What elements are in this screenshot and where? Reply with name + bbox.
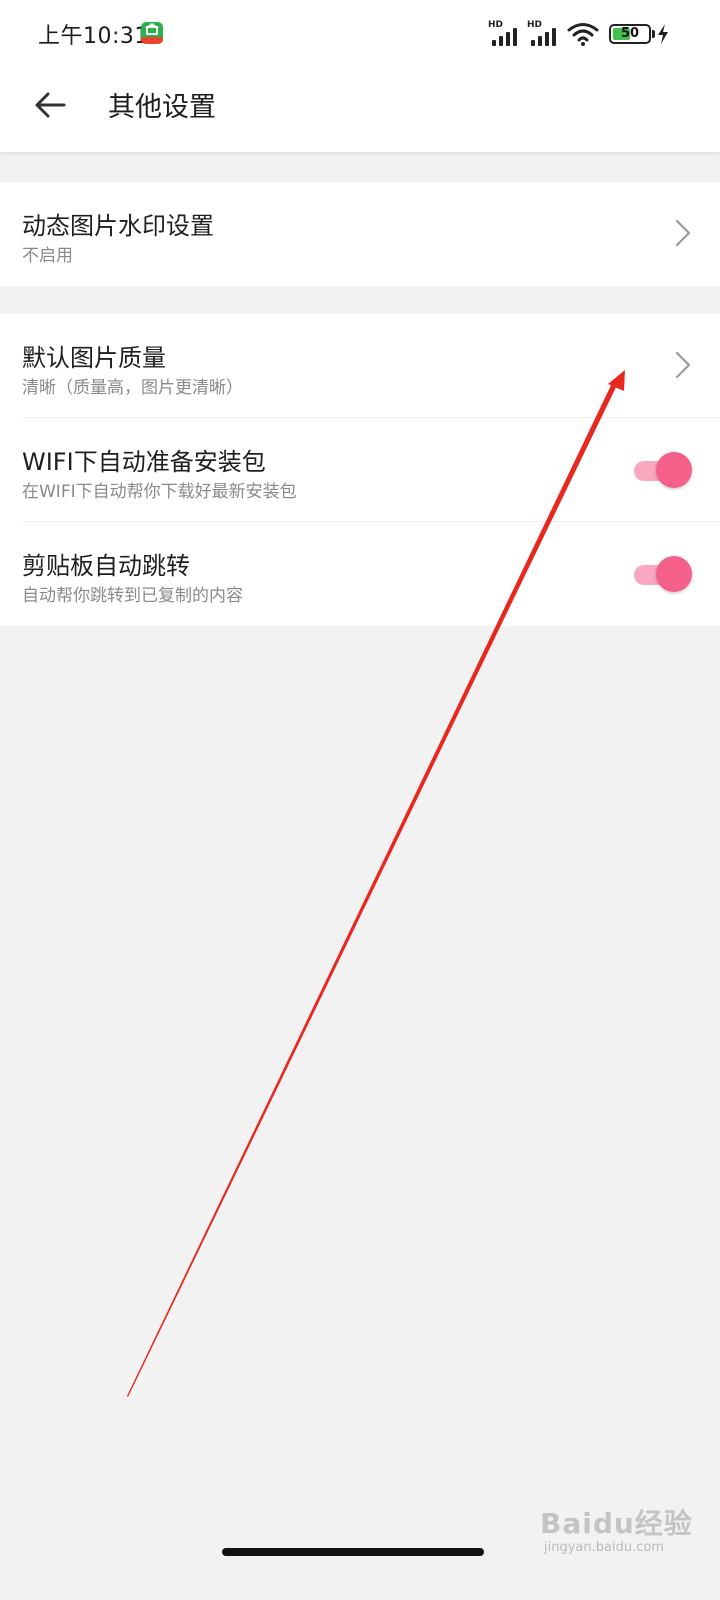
chevron-right-icon (675, 351, 691, 379)
settings-section-general: 默认图片质量 清晰（质量高，图片更清晰） WIFI下自动准备安装包 在WIFI下… (0, 314, 720, 626)
battery-percent: 50 (620, 26, 640, 41)
setting-row-watermark[interactable]: 动态图片水印设置 不启用 (0, 182, 720, 286)
setting-subtitle: 自动帮你跳转到已复制的内容 (22, 586, 243, 606)
chevron-right-icon (675, 219, 691, 247)
page-title: 其他设置 (108, 92, 216, 123)
baidu-watermark: Baidu经验 jingyan.baidu.com (540, 1488, 710, 1568)
setting-row-image-quality[interactable]: 默认图片质量 清晰（质量高，图片更清晰） (0, 314, 720, 418)
setting-row-clipboard-jump[interactable]: 剪贴板自动跳转 自动帮你跳转到已复制的内容 (0, 522, 720, 626)
setting-subtitle: 在WIFI下自动帮你下载好最新安装包 (22, 482, 297, 502)
charging-bolt-icon (658, 24, 668, 44)
wifi-auto-download-toggle[interactable] (634, 450, 692, 490)
status-time: 上午10:31 (38, 24, 149, 49)
app-notification-icon (141, 22, 163, 44)
cellular-signal-icon: HD (527, 20, 563, 46)
setting-row-wifi-auto-download[interactable]: WIFI下自动准备安装包 在WIFI下自动帮你下载好最新安装包 (0, 418, 720, 522)
clipboard-jump-toggle[interactable] (634, 554, 692, 594)
app-header: 其他设置 (0, 68, 720, 152)
cellular-signal-icon: HD (488, 20, 524, 46)
setting-title: 剪贴板自动跳转 (22, 552, 190, 580)
watermark-url: jingyan.baidu.com (544, 1540, 664, 1555)
battery-icon: 50 (609, 24, 655, 44)
settings-section-watermark: 动态图片水印设置 不启用 (0, 182, 720, 286)
wifi-icon (567, 23, 599, 46)
watermark-brand: Baidu经验 (540, 1507, 693, 1540)
back-arrow-icon[interactable] (30, 85, 70, 125)
home-indicator[interactable] (222, 1548, 484, 1556)
setting-subtitle: 清晰（质量高，图片更清晰） (22, 378, 243, 398)
setting-title: 动态图片水印设置 (22, 212, 214, 240)
status-bar: 上午10:31 HD HD 50 (0, 0, 720, 68)
setting-subtitle: 不启用 (22, 246, 73, 266)
setting-title: WIFI下自动准备安装包 (22, 448, 266, 476)
setting-title: 默认图片质量 (22, 344, 166, 372)
